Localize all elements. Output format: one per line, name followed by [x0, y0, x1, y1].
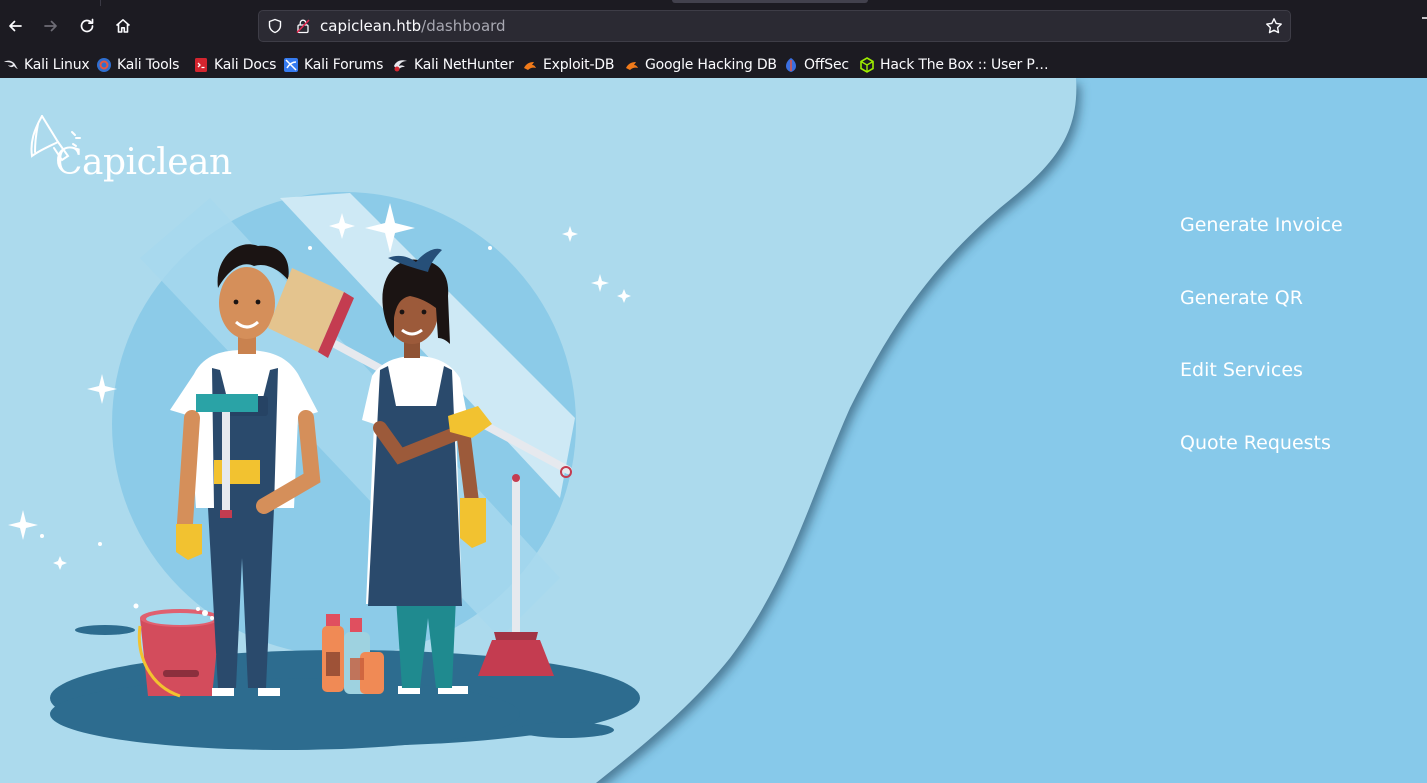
url-bar[interactable]: capiclean.htb/dashboard — [258, 10, 1291, 42]
menu-generate-qr[interactable]: Generate QR — [1180, 285, 1343, 358]
exploit-db-icon — [524, 62, 536, 70]
tab-edge — [100, 0, 101, 6]
back-button[interactable] — [0, 11, 30, 41]
bookmark-ghdb[interactable]: Google Hacking DB — [624, 52, 777, 78]
home-button[interactable] — [108, 11, 138, 41]
arrow-right-icon — [44, 20, 57, 32]
bookmark-label: Kali NetHunter — [414, 57, 514, 73]
tracking-shield-icon[interactable] — [267, 18, 283, 34]
url-path: /dashboard — [421, 17, 506, 35]
bookmark-label: Kali Linux — [24, 57, 90, 73]
home-icon — [115, 19, 131, 33]
bookmark-label: Google Hacking DB — [645, 57, 777, 73]
bookmarks-toolbar: Kali Linux Kali Tools Kali Docs Kali For… — [0, 52, 1427, 78]
bookmark-label: OffSec — [804, 57, 849, 73]
forward-button[interactable] — [36, 11, 66, 41]
insecure-lock-icon[interactable] — [295, 18, 311, 34]
arrow-left-icon — [9, 20, 22, 32]
menu-generate-invoice[interactable]: Generate Invoice — [1180, 212, 1343, 285]
menu-quote-requests[interactable]: Quote Requests — [1180, 430, 1343, 503]
kali-tools-icon — [97, 58, 111, 72]
reload-button[interactable] — [72, 11, 102, 41]
bookmark-kali-docs[interactable]: Kali Docs — [193, 52, 276, 78]
bookmark-kali-nethunter[interactable]: Kali NetHunter — [393, 52, 514, 78]
bookmark-label: Kali Forums — [304, 57, 384, 73]
tab-edge — [672, 0, 868, 3]
ghdb-icon — [626, 62, 638, 70]
kali-nethunter-icon — [394, 60, 407, 72]
kali-dragon-icon — [4, 60, 18, 69]
kali-docs-icon — [195, 58, 207, 72]
menu-edit-services[interactable]: Edit Services — [1180, 357, 1343, 430]
browser-toolbar: capiclean.htb/dashboard — [0, 0, 1427, 52]
htb-cube-icon — [860, 57, 874, 73]
offsec-icon — [786, 58, 796, 72]
bookmark-label: Exploit-DB — [543, 57, 615, 73]
cleaners-illustration — [8, 192, 640, 750]
bookmark-label: Hack The Box :: User P… — [880, 57, 1049, 73]
bookmark-label: Kali Tools — [117, 57, 180, 73]
bookmark-kali-tools[interactable]: Kali Tools — [96, 52, 179, 78]
bookmark-label: Kali Docs — [214, 57, 277, 73]
bookmark-star-icon[interactable] — [1265, 17, 1283, 35]
reload-icon — [80, 18, 94, 33]
bookmark-offsec[interactable]: OffSec — [783, 52, 849, 78]
dashboard-page: Capiclean Generate Invoice Generate QR E… — [0, 78, 1427, 783]
dashboard-menu: Generate Invoice Generate QR Edit Servic… — [1180, 212, 1343, 502]
url-host: capiclean.htb — [320, 17, 422, 35]
url-text[interactable]: capiclean.htb/dashboard — [320, 17, 506, 35]
bookmark-htb[interactable]: Hack The Box :: User P… — [859, 52, 1049, 78]
kali-forums-icon — [284, 58, 298, 72]
extensions-icon[interactable] — [1414, 14, 1427, 38]
bookmark-kali-linux[interactable]: Kali Linux — [3, 52, 90, 78]
bookmark-exploit-db[interactable]: Exploit-DB — [522, 52, 614, 78]
bookmark-kali-forums[interactable]: Kali Forums — [283, 52, 383, 78]
